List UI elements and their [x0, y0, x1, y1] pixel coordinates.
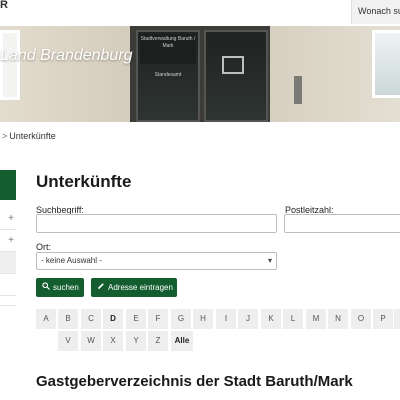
- sidebar-item-5[interactable]: [0, 296, 16, 306]
- search-button[interactable]: suchen: [36, 278, 84, 297]
- page-title: Unterkünfte: [36, 172, 132, 191]
- breadcrumb-current: Unterkünfte: [9, 131, 56, 141]
- search-input[interactable]: [36, 214, 277, 233]
- sidebar-item-4[interactable]: [0, 274, 16, 296]
- expand-plus-icon[interactable]: +: [8, 235, 14, 246]
- hero-tagline: Land Brandenburg: [0, 47, 133, 64]
- chevron-down-icon: ▾: [267, 256, 272, 265]
- letter-v[interactable]: V: [58, 331, 78, 351]
- breadcrumb-separator-icon: >: [2, 131, 8, 141]
- letter-w[interactable]: W: [81, 331, 101, 351]
- letter-m[interactable]: M: [306, 309, 326, 329]
- letter-d[interactable]: D: [103, 309, 123, 329]
- letter-a[interactable]: A: [36, 309, 56, 329]
- add-address-label: Adresse eintragen: [108, 283, 173, 292]
- sidebar-item-2[interactable]: +: [0, 230, 16, 252]
- add-address-button[interactable]: Adresse eintragen: [91, 278, 177, 297]
- letter-o[interactable]: O: [351, 309, 371, 329]
- breadcrumb: > Unterkünfte: [2, 131, 56, 141]
- hero-window-left: [0, 30, 20, 100]
- sidebar-item-1[interactable]: +: [0, 208, 16, 230]
- letter-q-partial[interactable]: [394, 309, 400, 329]
- letter-p[interactable]: P: [373, 309, 393, 329]
- expand-plus-icon[interactable]: +: [8, 213, 14, 224]
- letter-h[interactable]: H: [193, 309, 213, 329]
- ort-select[interactable]: - keine Auswahl - ▾: [36, 252, 277, 270]
- search-button-label: suchen: [53, 283, 79, 292]
- hero-door-right: [204, 30, 268, 122]
- letter-l[interactable]: L: [283, 309, 303, 329]
- hero-door-sign-2: Standesamt: [154, 72, 182, 78]
- directory-title: Gastgeberverzeichnis der Stadt Baruth/Ma…: [36, 373, 353, 390]
- ort-label: Ort:: [36, 242, 51, 252]
- sidebar-active-item[interactable]: [0, 170, 16, 200]
- letter-j[interactable]: J: [238, 309, 258, 329]
- ort-selected-value: - keine Auswahl -: [41, 256, 102, 265]
- hero-door-sign: Stadtverwaltung Baruth / Mark: [140, 34, 196, 64]
- magnifier-icon: [42, 278, 50, 297]
- hero-image: Stadtverwaltung Baruth / Mark Standesamt…: [0, 26, 400, 122]
- letter-e[interactable]: E: [126, 309, 146, 329]
- letter-i[interactable]: I: [216, 309, 236, 329]
- hero-window-right: [372, 30, 400, 98]
- hero-poster: [222, 56, 244, 74]
- sidebar-item-3[interactable]: [0, 252, 16, 274]
- letter-f[interactable]: F: [148, 309, 168, 329]
- letter-all[interactable]: Alle: [171, 331, 193, 351]
- letter-g[interactable]: G: [171, 309, 191, 329]
- letter-k[interactable]: K: [261, 309, 281, 329]
- hero-lamp: [294, 76, 302, 104]
- pencil-icon: [97, 278, 105, 297]
- top-bar: R Wonach suchen Sie?: [0, 0, 400, 26]
- letter-c[interactable]: C: [81, 309, 101, 329]
- zip-input[interactable]: [284, 214, 400, 233]
- site-logo-partial[interactable]: R: [0, 0, 24, 12]
- letter-b[interactable]: B: [58, 309, 78, 329]
- site-search-button[interactable]: Wonach suchen Sie?: [351, 0, 400, 24]
- letter-x[interactable]: X: [103, 331, 123, 351]
- letter-y[interactable]: Y: [126, 331, 146, 351]
- letter-z[interactable]: Z: [148, 331, 168, 351]
- letter-n[interactable]: N: [328, 309, 348, 329]
